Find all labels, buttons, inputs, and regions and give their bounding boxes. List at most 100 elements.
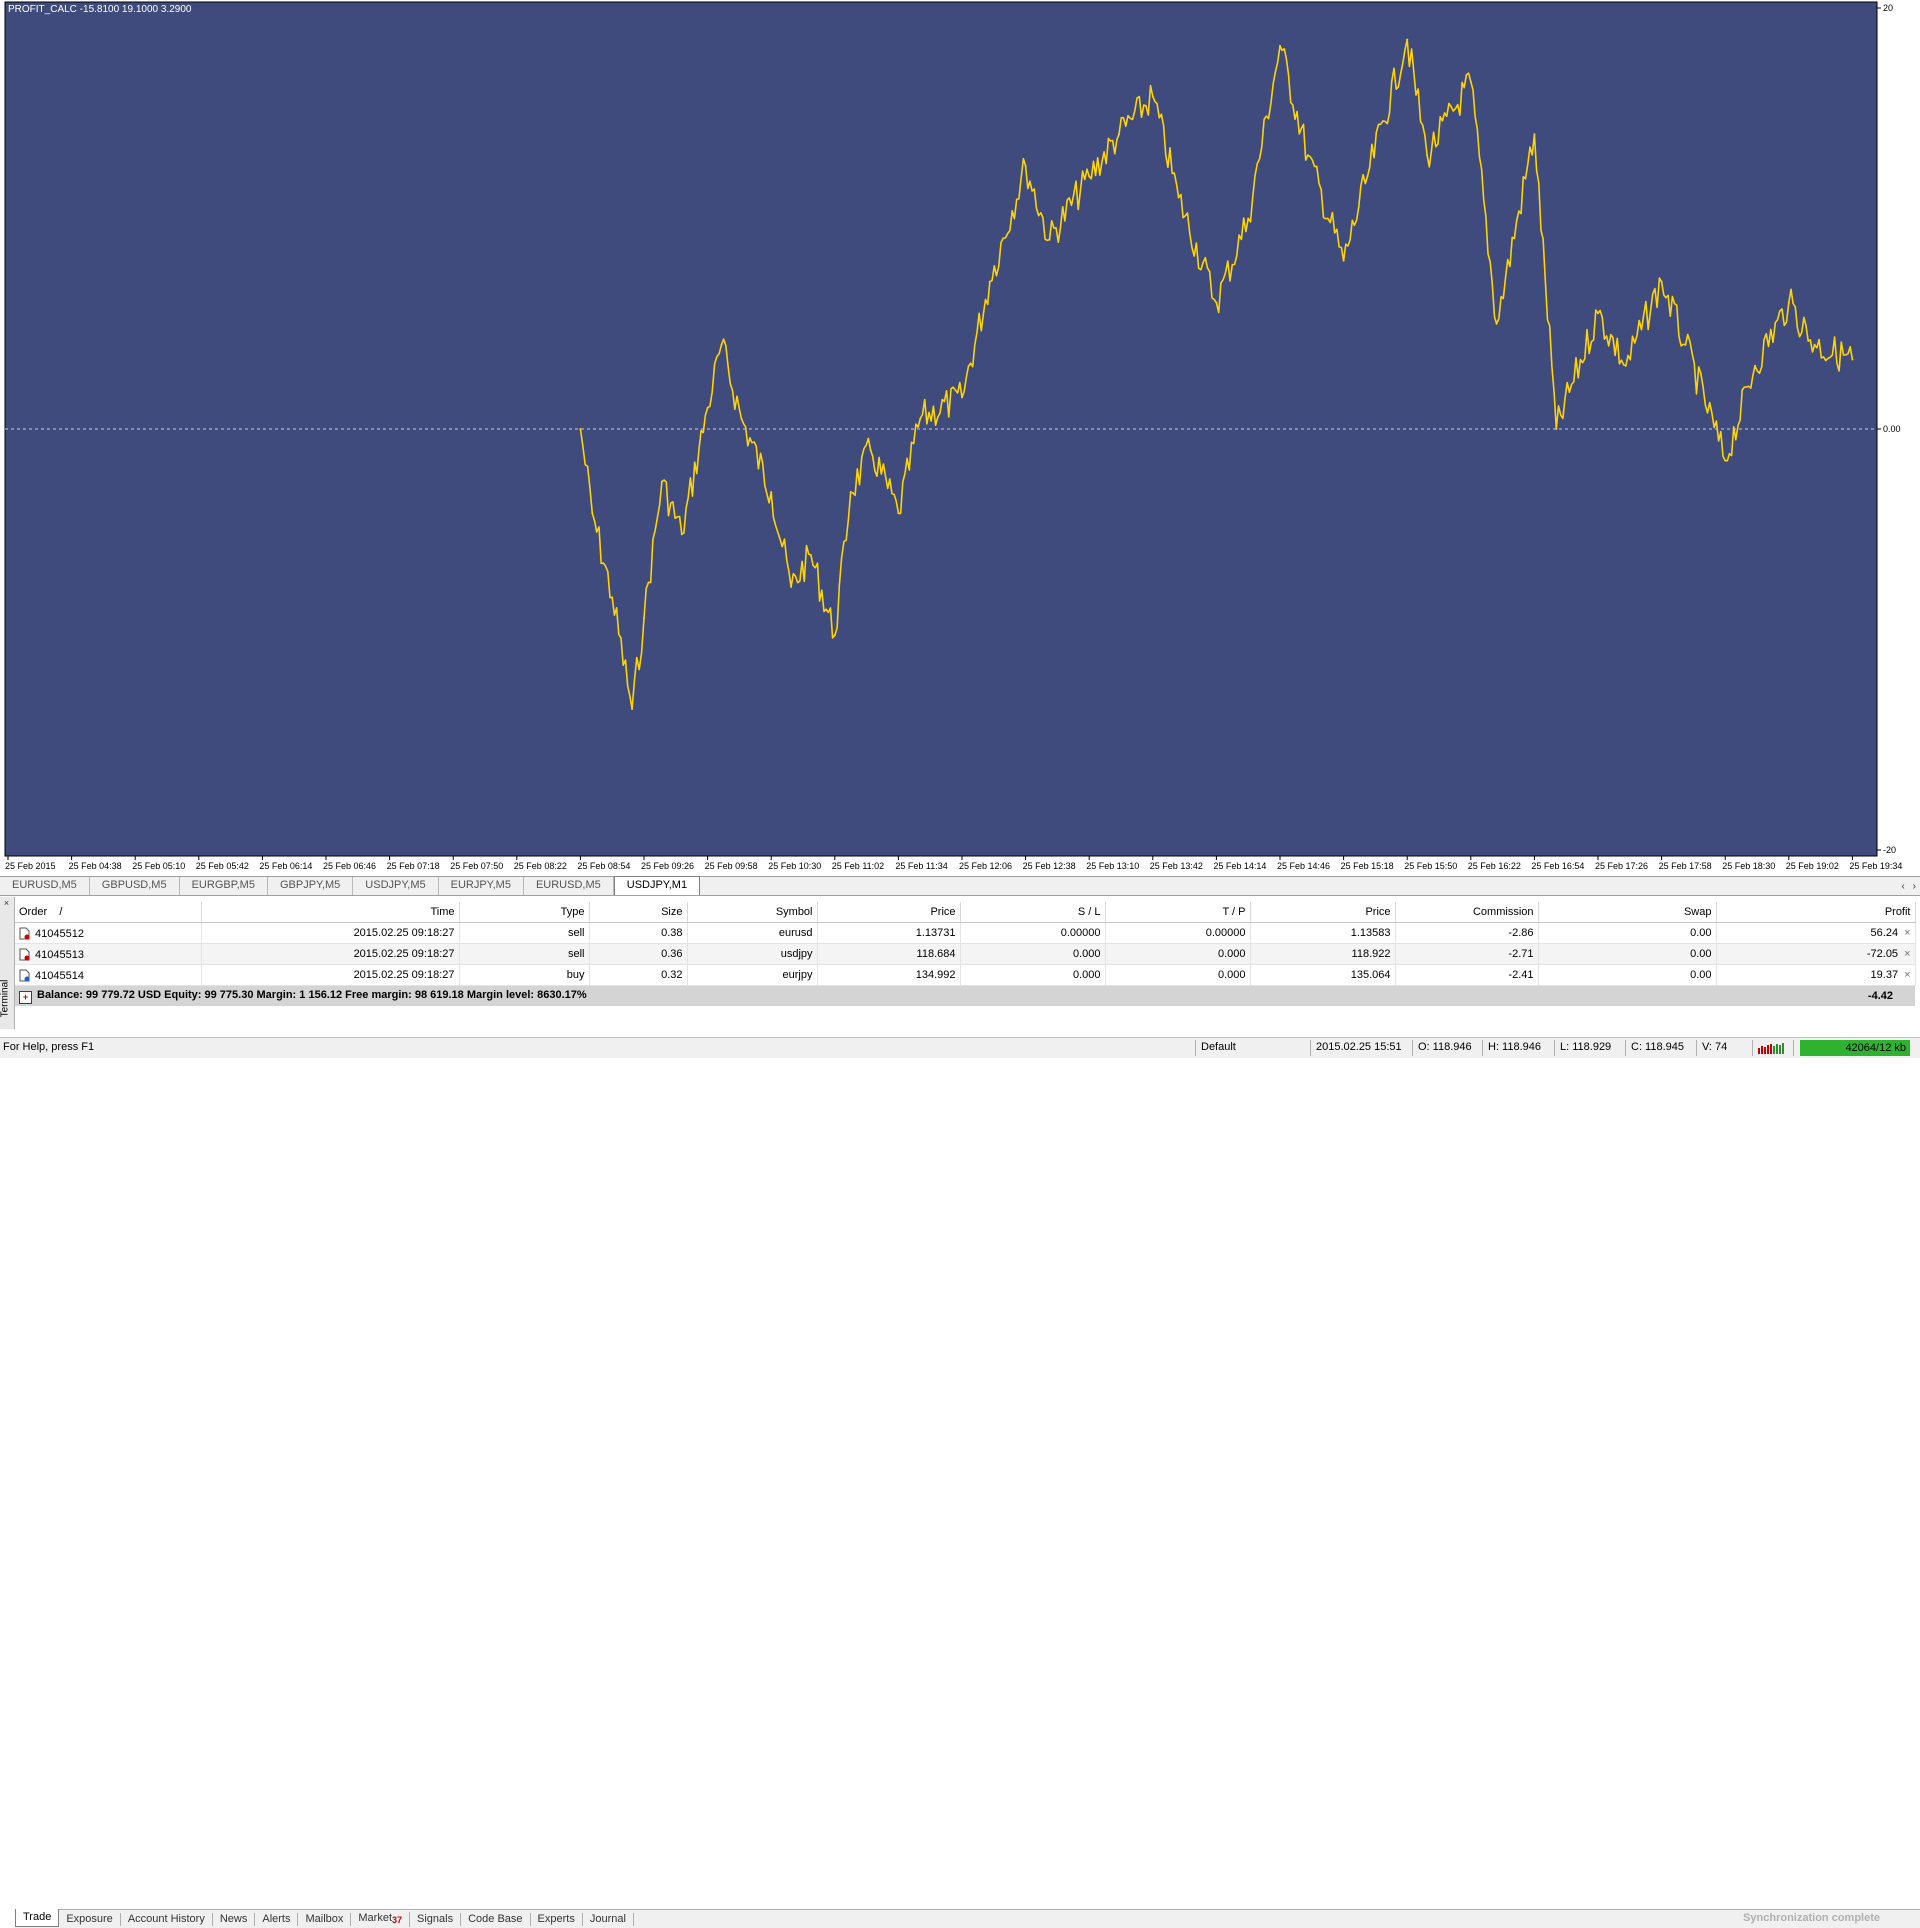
status-separator [1625, 1040, 1626, 1056]
tab-experts[interactable]: Experts [531, 1912, 583, 1926]
terminal-close-icon[interactable]: × [2, 899, 11, 908]
order-swap: 0.00 [1538, 922, 1717, 944]
x-tick-label: 25 Feb 07:50 [450, 861, 503, 871]
scroll-left-icon[interactable]: ‹ [1901, 881, 1904, 892]
data-point [1555, 428, 1558, 430]
x-tick-label: 25 Feb 12:38 [1023, 861, 1076, 871]
order-id: 41045512 [35, 927, 84, 940]
trade-table: Order / Time Type Size Symbol Price S / … [15, 902, 1916, 1006]
table-row[interactable]: 41045513 2015.02.25 09:18:27 sell 0.36 u… [15, 943, 1916, 965]
chart-tab-usdjpy-m1[interactable]: USDJPY,M1 [613, 876, 701, 895]
header-time[interactable]: Time [201, 902, 460, 923]
x-tick-label: 25 Feb 13:42 [1150, 861, 1203, 871]
tab-account-history[interactable]: Account History [121, 1912, 213, 1926]
order-price: 134.992 [817, 964, 961, 986]
chart-tab-eurgbp-m5[interactable]: EURGBP,M5 [180, 877, 268, 895]
data-point [579, 428, 582, 430]
close-order-icon[interactable]: × [1898, 927, 1910, 939]
x-tick-label: 25 Feb 2015 [5, 861, 56, 871]
order-price: 118.684 [817, 943, 961, 965]
order-price2: 118.922 [1250, 943, 1396, 965]
data-point [1624, 364, 1627, 367]
table-header: Order / Time Type Size Symbol Price S / … [15, 902, 1916, 923]
chart-tab-usdjpy-m5[interactable]: USDJPY,M5 [353, 877, 439, 895]
x-tick-label: 25 Feb 09:58 [705, 861, 758, 871]
y-tick-label: 20 [1883, 3, 1893, 13]
table-row[interactable]: 41045514 2015.02.25 09:18:27 buy 0.32 eu… [15, 964, 1916, 986]
data-point [897, 512, 900, 515]
tab-market[interactable]: Market37 [351, 1911, 411, 1927]
status-separator [1752, 1040, 1753, 1056]
data-point [1366, 175, 1369, 178]
tab-code-base[interactable]: Code Base [461, 1912, 531, 1926]
chart-tab-eurusd-m5[interactable]: EURUSD,M5 [0, 877, 90, 895]
order-profit: 56.24 [1870, 927, 1899, 939]
data-point [1851, 358, 1854, 361]
header-type[interactable]: Type [459, 902, 590, 923]
order-price2: 1.13583 [1250, 922, 1396, 944]
chart-tab-gbpusd-m5[interactable]: GBPUSD,M5 [90, 877, 180, 895]
tab-signals[interactable]: Signals [410, 1912, 462, 1926]
chart-svg[interactable]: 20 0.00 -20 25 Feb 2015 25 Feb 04:38 25 Feb 0… [0, 0, 1920, 876]
x-tick-label: 25 Feb 14:46 [1277, 861, 1330, 871]
tab-news[interactable]: News [213, 1912, 256, 1926]
data-point [1024, 164, 1027, 167]
order-swap: 0.00 [1538, 943, 1717, 965]
chart-tab-gbpjpy-m5[interactable]: GBPJPY,M5 [268, 877, 354, 895]
x-tick-label: 25 Feb 05:10 [132, 861, 185, 871]
data-point [1406, 38, 1409, 41]
tab-trade[interactable]: Trade [15, 1909, 60, 1927]
data-point [1495, 322, 1498, 325]
order-sl[interactable]: 0.000 [960, 943, 1106, 965]
order-commission: -2.86 [1395, 922, 1539, 944]
x-tick-label: 25 Feb 15:18 [1341, 861, 1394, 871]
data-point [1469, 80, 1472, 83]
terminal-tab-bar: Trade Exposure Account History News Aler… [15, 1909, 1920, 1928]
data-point [790, 585, 793, 588]
order-sl[interactable]: 0.00000 [960, 922, 1106, 944]
data-point [1754, 364, 1756, 367]
data-point [1279, 44, 1281, 47]
header-price2[interactable]: Price [1250, 902, 1396, 923]
tab-alerts[interactable]: Alerts [255, 1912, 299, 1926]
order-size: 0.36 [589, 943, 688, 965]
chart-tab-eurjpy-m5[interactable]: EURJPY,M5 [439, 877, 524, 895]
profile-name[interactable]: Default [1201, 1041, 1236, 1053]
x-tick-label: 25 Feb 17:26 [1595, 861, 1648, 871]
data-point [643, 617, 645, 620]
data-point [1215, 301, 1218, 304]
data-point [919, 417, 922, 420]
tab-journal[interactable]: Journal [583, 1912, 634, 1926]
x-tick-label: 25 Feb 08:22 [514, 861, 567, 871]
x-tick-label: 25 Feb 08:54 [577, 861, 630, 871]
order-tp[interactable]: 0.000 [1105, 964, 1251, 986]
header-tp[interactable]: T / P [1105, 902, 1251, 923]
header-price[interactable]: Price [817, 902, 961, 923]
order-sl[interactable]: 0.000 [960, 964, 1106, 986]
header-commission[interactable]: Commission [1395, 902, 1539, 923]
header-swap[interactable]: Swap [1538, 902, 1717, 923]
table-row[interactable]: 41045512 2015.02.25 09:18:27 sell 0.38 e… [15, 922, 1916, 944]
order-tp[interactable]: 0.000 [1105, 943, 1251, 965]
header-order[interactable]: Order / [15, 902, 202, 923]
data-point [1660, 280, 1663, 283]
status-separator [1793, 1040, 1794, 1056]
tab-exposure[interactable]: Exposure [59, 1912, 121, 1926]
scroll-right-icon[interactable]: › [1913, 881, 1916, 892]
close-order-icon[interactable]: × [1898, 969, 1910, 981]
chart-area[interactable]: 20 0.00 -20 25 Feb 2015 25 Feb 04:38 25 Feb 0… [0, 0, 1920, 871]
tab-mailbox[interactable]: Mailbox [298, 1912, 352, 1926]
header-profit[interactable]: Profit [1716, 902, 1916, 923]
order-tp[interactable]: 0.00000 [1105, 922, 1251, 944]
order-profit: 19.37 [1870, 969, 1899, 981]
order-icon [19, 927, 30, 940]
x-tick-label: 25 Feb 16:22 [1468, 861, 1521, 871]
header-size[interactable]: Size [589, 902, 688, 923]
data-point [1684, 343, 1687, 346]
chart-tab-eurusd-m5-2[interactable]: EURUSD,M5 [524, 877, 614, 895]
data-point [660, 480, 663, 483]
close-order-icon[interactable]: × [1898, 948, 1910, 960]
header-symbol[interactable]: Symbol [687, 902, 818, 923]
order-symbol: eurusd [687, 922, 818, 944]
header-sl[interactable]: S / L [960, 902, 1106, 923]
